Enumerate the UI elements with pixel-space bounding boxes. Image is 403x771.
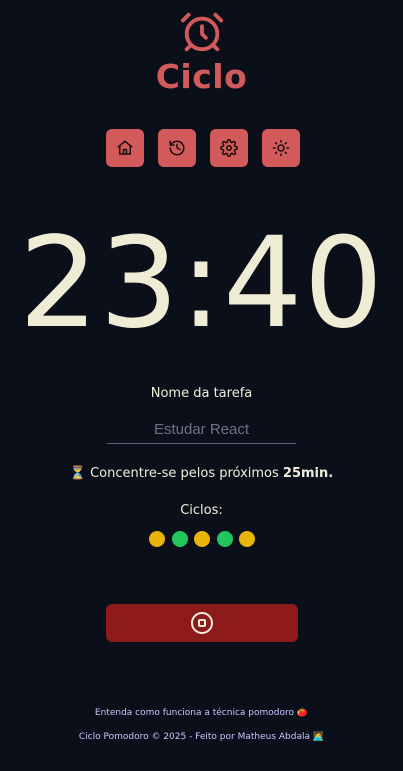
page: Ciclo 23:40 Nome da tarefa Estudar React… <box>0 0 403 771</box>
cycle-dot-work <box>149 531 165 547</box>
cycle-dot-rest <box>216 531 233 547</box>
cycles-label: Ciclos: <box>180 503 223 518</box>
history-icon <box>169 140 185 156</box>
task-input[interactable] <box>107 416 296 444</box>
cycle-dot-rest <box>171 531 188 547</box>
pomodoro-info-link-text: Entenda como funciona a técnica pomodoro <box>94 708 294 718</box>
home-button[interactable] <box>106 129 144 167</box>
theme-toggle-button[interactable] <box>262 129 300 167</box>
gear-icon <box>220 139 238 157</box>
tomato-icon: 🍅 <box>296 708 309 718</box>
focus-message-text: Concentre-se pelos próximos <box>90 466 279 481</box>
stop-button[interactable] <box>106 604 298 642</box>
stop-circle-icon <box>191 612 213 634</box>
settings-button[interactable] <box>210 129 248 167</box>
task-label: Nome da tarefa <box>150 386 253 401</box>
developer-icon: 🧑‍💻 <box>312 732 325 742</box>
alarm-clock-icon <box>180 12 223 52</box>
logo: Ciclo <box>0 9 403 95</box>
countdown-timer: 23:40 <box>18 211 385 356</box>
home-icon <box>117 140 133 155</box>
app-title: Ciclo <box>155 57 248 96</box>
cycle-dot-work <box>194 531 210 547</box>
copyright-text: Ciclo Pomodoro © 2025 - Feito por Matheu… <box>78 732 311 742</box>
footer-copyright: Ciclo Pomodoro © 2025 - Feito por Matheu… <box>0 732 403 742</box>
cycle-dots <box>149 531 255 547</box>
main-nav <box>106 129 300 167</box>
sun-icon <box>272 139 290 157</box>
focus-message: ⏳ Concentre-se pelos próximos 25min. <box>0 466 403 481</box>
hourglass-icon: ⏳ <box>69 466 86 481</box>
history-button[interactable] <box>158 129 196 167</box>
focus-duration: 25min. <box>282 466 334 481</box>
cycle-dot-work <box>239 531 255 547</box>
pomodoro-info-link[interactable]: Entenda como funciona a técnica pomodoro… <box>0 708 403 718</box>
